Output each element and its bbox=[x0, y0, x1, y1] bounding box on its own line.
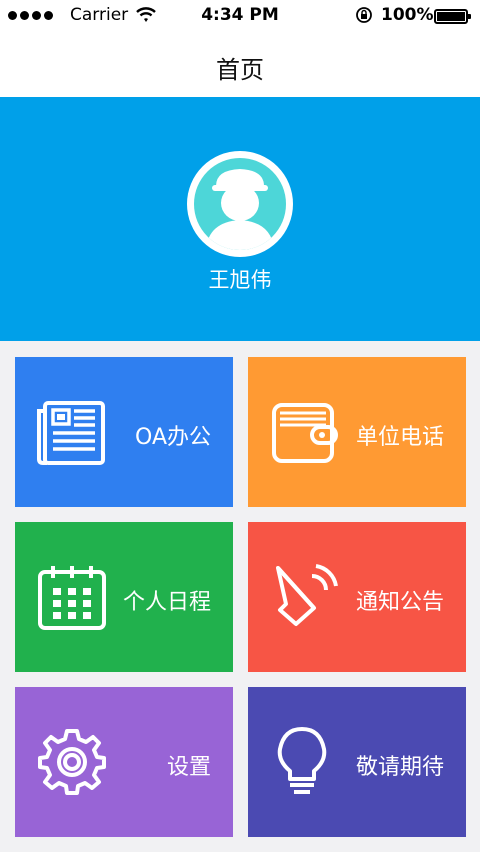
calendar-icon bbox=[38, 566, 106, 630]
wallet-icon bbox=[272, 403, 338, 463]
tile-label: OA办公 bbox=[135, 425, 211, 450]
rotation-lock-icon bbox=[356, 7, 372, 23]
user-name: 王旭伟 bbox=[208, 268, 272, 292]
page-title: 首页 bbox=[216, 56, 264, 84]
lightbulb-icon bbox=[277, 727, 327, 794]
tile-coming-soon[interactable]: 敬请期待 bbox=[248, 687, 466, 837]
gear-icon bbox=[38, 729, 106, 795]
navigation-bar: 首页 bbox=[0, 32, 480, 97]
tile-notices[interactable]: 通知公告 bbox=[248, 522, 466, 672]
newspaper-icon bbox=[37, 401, 105, 465]
tile-personal-schedule[interactable]: 个人日程 bbox=[15, 522, 233, 672]
user-silhouette-icon bbox=[194, 158, 286, 250]
status-bar: Carrier 4:34 PM 100% bbox=[0, 0, 480, 32]
speaker-icon bbox=[276, 564, 338, 626]
tile-unit-phone[interactable]: 单位电话 bbox=[248, 357, 466, 507]
avatar[interactable] bbox=[187, 151, 293, 257]
battery-percent: 100% bbox=[381, 5, 434, 25]
tile-label: 设置 bbox=[166, 755, 211, 780]
battery-icon bbox=[434, 9, 471, 24]
tile-label: 个人日程 bbox=[122, 590, 211, 615]
tile-label: 通知公告 bbox=[355, 590, 444, 615]
tile-label: 单位电话 bbox=[355, 425, 444, 450]
tile-label: 敬请期待 bbox=[355, 755, 444, 780]
tile-oa-office[interactable]: OA办公 bbox=[15, 357, 233, 507]
profile-header: 王旭伟 bbox=[0, 97, 480, 341]
tile-settings[interactable]: 设置 bbox=[15, 687, 233, 837]
